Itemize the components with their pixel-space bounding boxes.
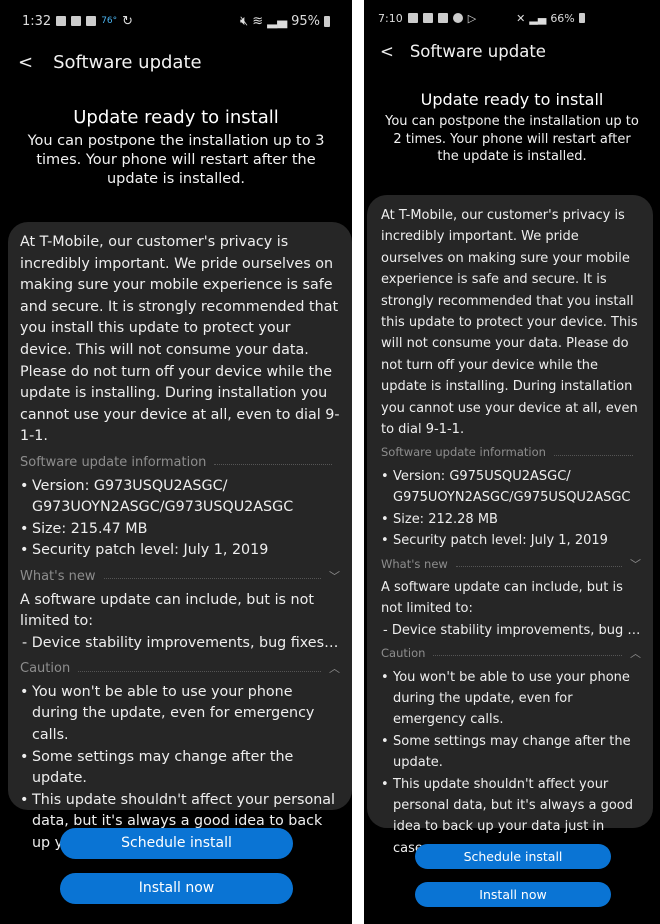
battery-level: 66% [550, 11, 575, 25]
back-icon[interactable]: < [380, 42, 394, 61]
info-patch: Security patch level: July 1, 2019 [381, 530, 641, 552]
battery-icon [324, 15, 330, 27]
divider [214, 464, 332, 466]
weather-icon [407, 13, 418, 23]
update-summary: Update ready to install You can postpone… [364, 90, 660, 166]
section-whats-new[interactable]: What's new ﹀ [20, 566, 340, 588]
info-size: Size: 215.47 MB [20, 519, 340, 541]
image-icon [86, 16, 97, 26]
battery-level: 95% [291, 13, 320, 29]
divider [78, 670, 321, 672]
caution-item: You won't be able to use your phone duri… [381, 667, 641, 731]
weather-temp: 76° [101, 16, 118, 26]
info-patch: Security patch level: July 1, 2019 [20, 540, 340, 562]
section-whats-new[interactable]: What's new ﹀ [381, 554, 641, 575]
sync-icon: ↻ [122, 13, 134, 29]
info-version: Version: G975USQU2ASGC/ G975UOYN2ASGC/G9… [381, 466, 641, 509]
chevron-up-icon[interactable]: ︿ [329, 658, 340, 680]
info-list: Version: G975USQU2ASGC/ G975UOYN2ASGC/G9… [381, 466, 641, 552]
section-caution[interactable]: Caution ︿ [20, 658, 340, 680]
status-time: 1:32 [22, 13, 52, 29]
section-label: Caution [381, 646, 426, 661]
section-info: Software update information [20, 452, 340, 474]
notification-icon [56, 16, 67, 26]
divider [433, 655, 622, 657]
section-caution[interactable]: Caution ︿ [381, 643, 641, 664]
divider [103, 578, 321, 580]
page-title: Software update [53, 51, 202, 73]
mail-icon [71, 16, 82, 26]
wifi-icon: ≋ [252, 13, 264, 29]
section-label: Software update information [20, 454, 207, 470]
caution-item: Some settings may change after the updat… [20, 747, 340, 790]
notification-icon [422, 13, 433, 23]
section-label: What's new [381, 556, 448, 571]
caution-list: You won't be able to use your phone duri… [381, 667, 641, 860]
chevron-down-icon[interactable]: ﹀ [329, 566, 340, 588]
mute-icon: 🔇︎ [239, 13, 249, 29]
divider [455, 565, 622, 567]
whats-new-item: - Device stability improvements, bug fi.… [383, 622, 641, 638]
update-subtitle: You can postpone the installation up to … [385, 114, 639, 164]
signal-icon: ▂▄ [267, 13, 288, 29]
play-icon: ▷ [467, 11, 477, 25]
update-details-card[interactable]: At T-Mobile, our customer's privacy is i… [8, 222, 352, 851]
privacy-text: At T-Mobile, our customer's privacy is i… [20, 234, 340, 445]
status-bar: 1:32 76° ↻ 🔇︎ ≋ ▂▄ 95% [0, 0, 352, 42]
update-subtitle: You can postpone the installation up to … [27, 133, 325, 187]
app-header: < Software update [0, 42, 352, 82]
chevron-up-icon[interactable]: ︿ [630, 643, 641, 664]
caution-item: Some settings may change after the updat… [381, 731, 641, 774]
update-summary: Update ready to install You can postpone… [0, 107, 352, 189]
update-details-card[interactable]: At T-Mobile, our customer's privacy is i… [367, 195, 653, 856]
install-now-button[interactable]: Install now [60, 873, 293, 904]
info-version: Version: G973USQU2ASGC/ G973UOYN2ASGC/G9… [20, 476, 340, 519]
divider [553, 454, 633, 456]
phone-screen-1: 1:32 76° ↻ 🔇︎ ≋ ▂▄ 95% < Software update U… [0, 0, 352, 924]
mute-icon: ✕ [516, 11, 526, 25]
section-info: Software update information [381, 442, 641, 463]
caution-item: You won't be able to use your phone duri… [20, 682, 340, 747]
section-label: What's new [20, 568, 96, 584]
page-title: Software update [409, 41, 546, 61]
update-heading: Update ready to install [73, 107, 279, 128]
section-label: Software update information [381, 445, 546, 460]
image-icon [437, 13, 448, 23]
section-label: Caution [20, 661, 71, 677]
status-time: 7:10 [378, 11, 403, 25]
app-icon [452, 13, 463, 23]
info-size: Size: 212.28 MB [381, 509, 641, 531]
privacy-text: At T-Mobile, our customer's privacy is i… [381, 208, 638, 438]
update-heading: Update ready to install [420, 90, 604, 109]
battery-icon [578, 13, 585, 23]
info-list: Version: G973USQU2ASGC/ G973UOYN2ASGC/G9… [20, 476, 340, 562]
signal-icon: ▂▄ [529, 11, 547, 25]
whats-new-text: A software update can include, but is no… [381, 579, 623, 617]
install-now-button[interactable]: Install now [415, 882, 611, 907]
whats-new-text: A software update can include, but is no… [20, 591, 314, 630]
back-icon[interactable]: < [18, 52, 33, 73]
chevron-down-icon[interactable]: ﹀ [630, 554, 641, 575]
app-header: < Software update [364, 34, 660, 68]
schedule-install-button[interactable]: Schedule install [415, 844, 611, 869]
whats-new-item: - Device stability improvements, bug fix… [22, 634, 340, 651]
phone-screen-2: 7:10 ▷ ✕ ▂▄ 66% < Software update Update … [364, 0, 660, 924]
status-bar: 7:10 ▷ ✕ ▂▄ 66% [364, 0, 660, 36]
schedule-install-button[interactable]: Schedule install [60, 828, 293, 859]
